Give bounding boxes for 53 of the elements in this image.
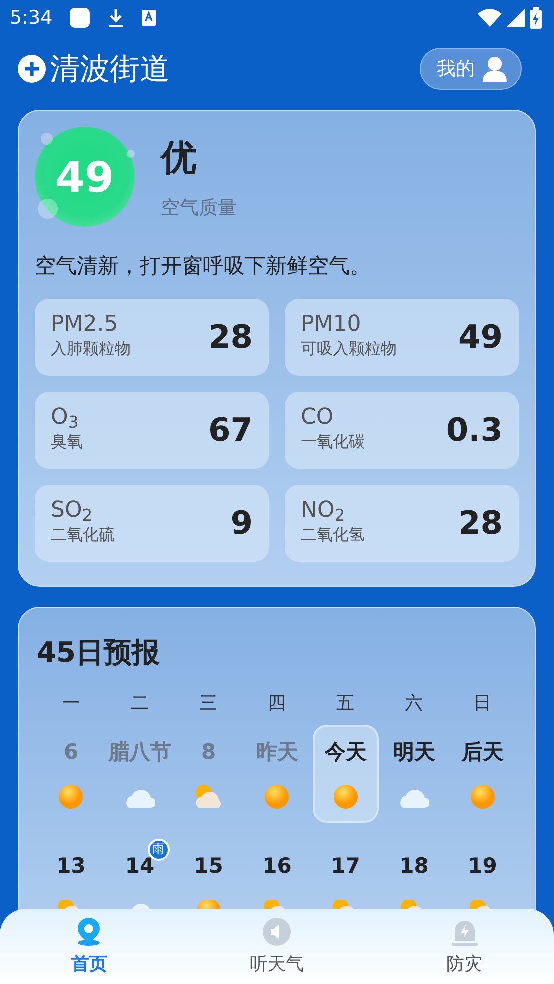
pollutant-name: SO$_{2}$	[51, 498, 94, 524]
day-label[interactable]: 15	[194, 850, 224, 882]
pollutant-value: 28	[458, 503, 503, 544]
download-icon	[106, 8, 125, 28]
pollutant-label: 臭氧	[51, 431, 83, 454]
day-label[interactable]: 后天	[462, 736, 504, 768]
add-icon[interactable]	[18, 55, 46, 83]
weekday-label: 日	[474, 692, 492, 714]
day-label[interactable]: 17	[331, 850, 360, 882]
wifi-icon	[478, 8, 502, 28]
pollutant-label: 入肺颗粒物	[51, 338, 131, 360]
day-cell[interactable]: 今天	[312, 724, 379, 822]
pollutant-value: 28	[208, 317, 253, 358]
aqi-level: 优	[161, 136, 198, 181]
pollutant-name: PM10	[301, 312, 362, 338]
weekday-label: 二	[130, 692, 149, 714]
forecast-title: 45日预报	[37, 634, 161, 670]
pollutant-label: 一氧化碳	[301, 431, 365, 454]
day-label[interactable]: 16	[262, 850, 292, 882]
nav-tab[interactable]: 听天气	[178, 917, 376, 978]
pollutant-name: CO	[301, 406, 335, 430]
clock-text: 5:34	[10, 6, 53, 31]
nav-tab[interactable]: 防灾	[375, 917, 554, 978]
day-label[interactable]: 19	[468, 850, 498, 882]
pollutant-value: 9	[230, 503, 253, 544]
day-label[interactable]: 明天	[393, 736, 436, 768]
weekday-label: 六	[405, 692, 424, 714]
signal-icon	[506, 8, 526, 28]
pollutant-name: PM2.5	[51, 312, 120, 338]
pollutant-label: 二氧化硫	[51, 524, 115, 546]
weekday-label: 一	[62, 692, 80, 714]
pollutant-value: 49	[458, 317, 503, 358]
person-icon	[483, 56, 507, 82]
app-square-icon	[68, 7, 91, 29]
weekday-label: 四	[268, 692, 286, 714]
pollutant-label: 可吸入颗粒物	[301, 338, 397, 360]
aqi-caption: 空气质量	[161, 196, 237, 221]
speaker-icon	[262, 917, 292, 947]
font-icon	[140, 9, 157, 27]
weekday-label: 三	[199, 692, 218, 714]
weekday-label: 五	[336, 692, 355, 714]
aqi-value-circle: 49	[35, 127, 135, 227]
pollutant-value: 67	[208, 410, 253, 451]
location-title: 清波街道	[50, 50, 170, 88]
battery-icon	[530, 7, 542, 29]
pollutant-name: O$_{3}$	[51, 406, 80, 430]
day-label[interactable]: 18	[400, 850, 429, 882]
day-label[interactable]: 13	[56, 850, 86, 882]
pollutant-label: 二氧化氢	[301, 524, 365, 546]
pollutant-name: NO$_{2}$	[301, 498, 346, 524]
advice-text: 空气清新，打开窗呼吸下新鲜空气。	[35, 253, 372, 280]
pollutant-value: 0.3	[446, 410, 503, 451]
nav-tab[interactable]: 首页	[0, 917, 179, 978]
